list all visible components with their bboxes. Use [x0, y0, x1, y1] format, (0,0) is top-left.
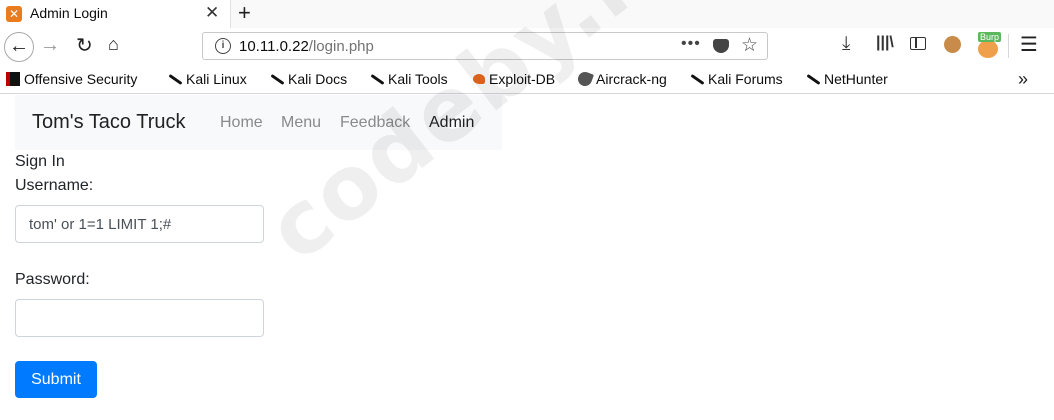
site-navbar: Tom's Taco Truck Home Menu Feedback Admi… — [15, 95, 502, 150]
back-arrow-icon[interactable]: ← — [4, 32, 34, 62]
kali-dragon-icon — [690, 72, 704, 86]
new-tab-icon[interactable]: + — [238, 0, 251, 26]
bookmark-label: Kali Linux — [186, 71, 247, 87]
bookmark-label: Aircrack-ng — [596, 71, 667, 87]
tab-title: Admin Login — [30, 5, 108, 21]
star-icon[interactable]: ☆ — [741, 34, 758, 57]
bookmark-kali-linux[interactable]: Kali Linux — [168, 71, 247, 87]
form-heading: Sign In — [15, 153, 65, 170]
nav-link-admin[interactable]: Admin — [429, 114, 474, 132]
bookmark-offensive-security[interactable]: Offensive Security — [6, 71, 137, 87]
kali-dragon-icon — [370, 72, 384, 86]
tab-admin-login[interactable]: ✕ Admin Login ✕ — [0, 0, 231, 28]
navigation-toolbar: ← → ↻ ⌂ i 10.11.0.22/login.php ••• ☆ ⤓ |… — [0, 28, 1054, 66]
bookmarks-toolbar: Offensive Security Kali Linux Kali Docs … — [0, 66, 1054, 94]
home-icon[interactable]: ⌂ — [108, 34, 119, 55]
offensive-security-icon — [6, 72, 20, 86]
sidebar-icon[interactable] — [910, 37, 926, 50]
pocket-icon[interactable] — [713, 39, 729, 53]
bookmark-aircrack-ng[interactable]: Aircrack-ng — [576, 70, 667, 88]
username-label: Username: — [15, 177, 94, 194]
bookmark-label: Kali Forums — [708, 71, 783, 87]
cookie-icon[interactable] — [944, 36, 961, 53]
bookmark-nethunter[interactable]: NetHunter — [806, 71, 888, 87]
url-text[interactable]: 10.11.0.22/login.php — [239, 38, 374, 55]
kali-dragon-icon — [806, 72, 820, 86]
username-input[interactable] — [15, 205, 264, 243]
bookmark-exploit-db[interactable]: Exploit-DB — [473, 71, 555, 87]
toolbar-separator — [1008, 34, 1009, 58]
hamburger-menu-icon[interactable]: ☰ — [1020, 32, 1038, 57]
aircrack-icon — [576, 70, 594, 88]
library-icon[interactable]: |||\ — [876, 34, 894, 52]
submit-button[interactable]: Submit — [15, 361, 97, 398]
bookmark-label: Offensive Security — [24, 71, 138, 87]
password-label: Password: — [15, 271, 90, 288]
bookmark-label: Exploit-DB — [489, 71, 556, 87]
close-tab-icon[interactable]: ✕ — [205, 3, 219, 23]
burp-body — [978, 40, 998, 58]
bookmark-label: NetHunter — [824, 71, 888, 87]
bookmark-label: Kali Docs — [288, 71, 348, 87]
bookmark-label: Kali Tools — [388, 71, 448, 87]
password-input[interactable] — [15, 299, 264, 337]
site-brand[interactable]: Tom's Taco Truck — [32, 111, 186, 134]
nav-link-feedback[interactable]: Feedback — [340, 114, 410, 132]
nav-link-menu[interactable]: Menu — [281, 114, 321, 132]
burp-icon[interactable]: Burp — [976, 32, 1002, 58]
kali-dragon-icon — [168, 72, 182, 86]
exploit-db-icon — [473, 74, 485, 84]
url-path: /login.php — [308, 38, 374, 55]
reload-icon[interactable]: ↻ — [76, 33, 93, 58]
url-bar[interactable]: i 10.11.0.22/login.php ••• ☆ — [202, 32, 768, 60]
bookmark-kali-docs[interactable]: Kali Docs — [270, 71, 347, 87]
url-host: 10.11.0.22 — [239, 38, 309, 55]
tab-strip: ✕ Admin Login ✕ + — [0, 0, 1054, 28]
download-icon[interactable]: ⤓ — [842, 33, 850, 55]
nav-link-home[interactable]: Home — [220, 114, 263, 132]
page-actions-icon[interactable]: ••• — [681, 35, 701, 53]
favicon-icon: ✕ — [6, 6, 22, 22]
info-icon[interactable]: i — [215, 38, 231, 54]
chevron-right-icon[interactable]: » — [1018, 69, 1028, 90]
burp-label: Burp — [978, 32, 1002, 42]
bookmark-kali-tools[interactable]: Kali Tools — [370, 71, 448, 87]
bookmark-kali-forums[interactable]: Kali Forums — [690, 71, 783, 87]
kali-dragon-icon — [270, 72, 284, 86]
forward-arrow-icon[interactable]: → — [40, 34, 60, 57]
